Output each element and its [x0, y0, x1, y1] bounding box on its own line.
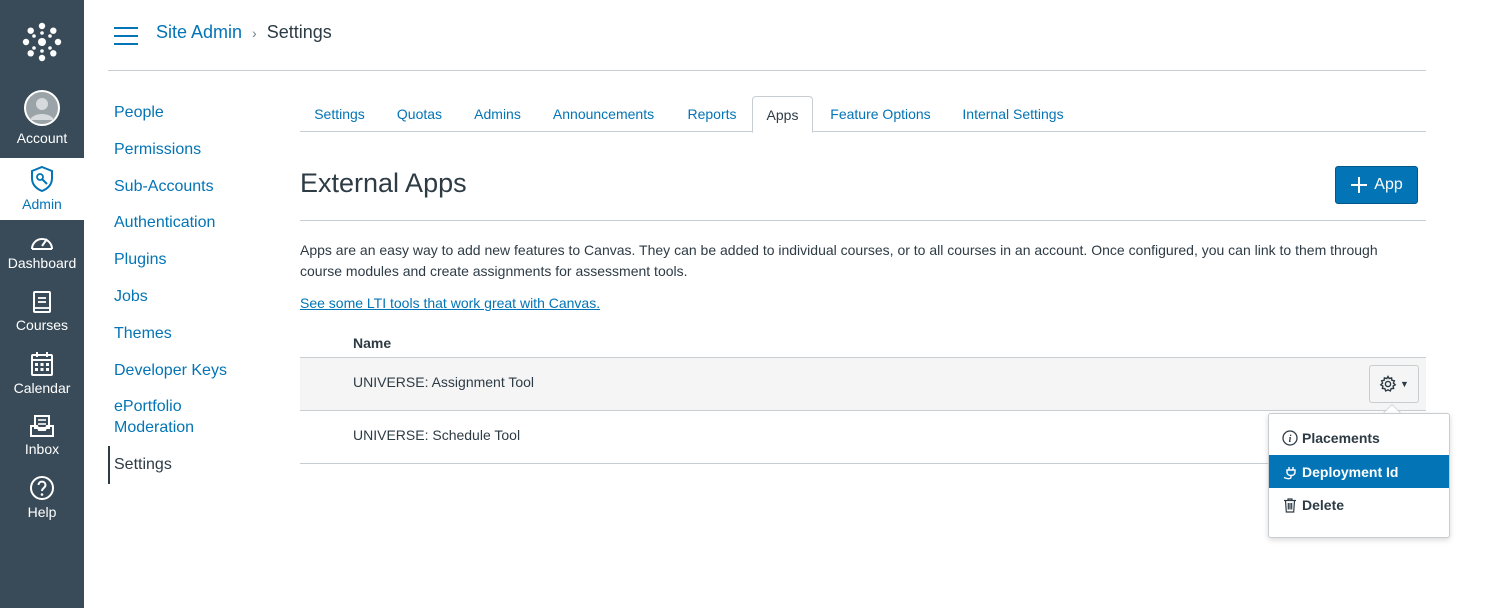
section-nav-settings[interactable]: Settings — [114, 454, 172, 475]
gear-icon — [1379, 375, 1397, 392]
inbox-icon — [30, 415, 54, 437]
section-nav-permissions[interactable]: Permissions — [114, 139, 201, 160]
caret-down-icon: ▼ — [1400, 379, 1409, 389]
table-row: UNIVERSE: Schedule Tool — [300, 411, 1426, 464]
table-row: UNIVERSE: Assignment Tool ▼ — [300, 358, 1426, 411]
app-settings-button[interactable]: ▼ — [1369, 365, 1419, 403]
nav-dashboard-label: Dashboard — [7, 255, 77, 271]
tab-quotas[interactable]: Quotas — [379, 96, 460, 132]
nav-calendar-label: Calendar — [13, 380, 71, 396]
nav-account-label: Account — [16, 130, 68, 146]
tab-apps[interactable]: Apps — [752, 96, 813, 133]
plug-icon — [1283, 466, 1296, 479]
nav-inbox-label: Inbox — [24, 441, 60, 457]
help-icon — [30, 476, 54, 500]
section-nav-authentication[interactable]: Authentication — [114, 212, 215, 233]
tab-reports[interactable]: Reports — [672, 96, 752, 132]
tab-feature-options[interactable]: Feature Options — [813, 96, 948, 132]
nav-inbox[interactable]: Inbox — [0, 414, 84, 458]
tab-settings[interactable]: Settings — [300, 96, 379, 132]
apps-description: Apps are an easy way to add new features… — [300, 242, 1378, 279]
breadcrumb-current: Settings — [266, 22, 332, 42]
active-indicator — [108, 446, 110, 484]
app-actions-menu: i Placements Deployment Id Delete — [1268, 413, 1450, 538]
divider — [300, 220, 1426, 221]
column-header-name[interactable]: Name — [353, 335, 391, 351]
menu-item-delete[interactable]: Delete — [1269, 488, 1449, 521]
lti-tools-link[interactable]: See some LTI tools that work great with … — [300, 295, 600, 311]
global-nav: Account Admin Dashboard Courses Calendar… — [0, 0, 84, 608]
page-header: Site Admin › Settings — [108, 0, 1426, 71]
book-icon — [33, 291, 51, 313]
nav-admin-label: Admin — [22, 196, 62, 212]
nav-calendar[interactable]: Calendar — [0, 351, 84, 397]
page-title: External Apps — [300, 168, 467, 198]
app-name: UNIVERSE: Schedule Tool — [353, 427, 521, 443]
nav-dashboard[interactable]: Dashboard — [0, 232, 84, 276]
settings-tabs: Settings Quotas Admins Announcements Rep… — [300, 96, 1426, 133]
nav-account[interactable]: Account — [0, 89, 84, 151]
trash-icon — [1284, 497, 1296, 513]
avatar-icon — [24, 90, 60, 126]
section-nav-developer-keys[interactable]: Developer Keys — [114, 360, 227, 381]
add-app-label: App — [1374, 176, 1403, 193]
menu-item-label: Placements — [1302, 429, 1380, 446]
nav-help-label: Help — [27, 504, 57, 520]
canvas-logo-icon — [22, 22, 62, 62]
section-nav-jobs[interactable]: Jobs — [114, 286, 148, 307]
section-nav-themes[interactable]: Themes — [114, 323, 172, 344]
menu-item-label: Deployment Id — [1302, 463, 1399, 480]
section-nav-moderation[interactable]: Moderation — [114, 417, 194, 438]
chevron-right-icon: › — [252, 24, 257, 41]
nav-admin[interactable]: Admin — [0, 158, 84, 220]
canvas-logo[interactable] — [0, 0, 84, 84]
section-nav-plugins[interactable]: Plugins — [114, 249, 166, 270]
tab-announcements[interactable]: Announcements — [535, 96, 672, 132]
app-name: UNIVERSE: Assignment Tool — [353, 374, 535, 390]
breadcrumb-site-admin[interactable]: Site Admin — [156, 22, 242, 43]
hamburger-menu-icon[interactable] — [114, 27, 138, 45]
calendar-icon — [31, 352, 53, 376]
section-nav-sub-accounts[interactable]: Sub-Accounts — [114, 176, 214, 197]
menu-item-placements[interactable]: i Placements — [1269, 421, 1449, 454]
nav-courses[interactable]: Courses — [0, 290, 84, 334]
nav-help[interactable]: Help — [0, 475, 84, 521]
nav-courses-label: Courses — [15, 317, 69, 333]
plus-icon — [1351, 177, 1368, 193]
tab-internal-settings[interactable]: Internal Settings — [948, 96, 1078, 132]
menu-item-deployment-id[interactable]: Deployment Id — [1269, 455, 1449, 488]
info-icon: i — [1282, 429, 1298, 446]
tab-admins[interactable]: Admins — [460, 96, 535, 132]
breadcrumb: Site Admin › Settings — [156, 22, 332, 43]
menu-arrow — [1383, 404, 1401, 413]
svg-text:i: i — [1289, 434, 1292, 445]
add-app-button[interactable]: App — [1335, 166, 1418, 204]
shield-icon — [31, 165, 53, 193]
menu-item-label: Delete — [1302, 496, 1345, 513]
dashboard-icon — [31, 238, 53, 250]
section-nav-people[interactable]: People — [114, 102, 164, 123]
section-nav-eportfolio[interactable]: ePortfolio — [114, 396, 182, 417]
table-header: Name — [300, 332, 1426, 358]
